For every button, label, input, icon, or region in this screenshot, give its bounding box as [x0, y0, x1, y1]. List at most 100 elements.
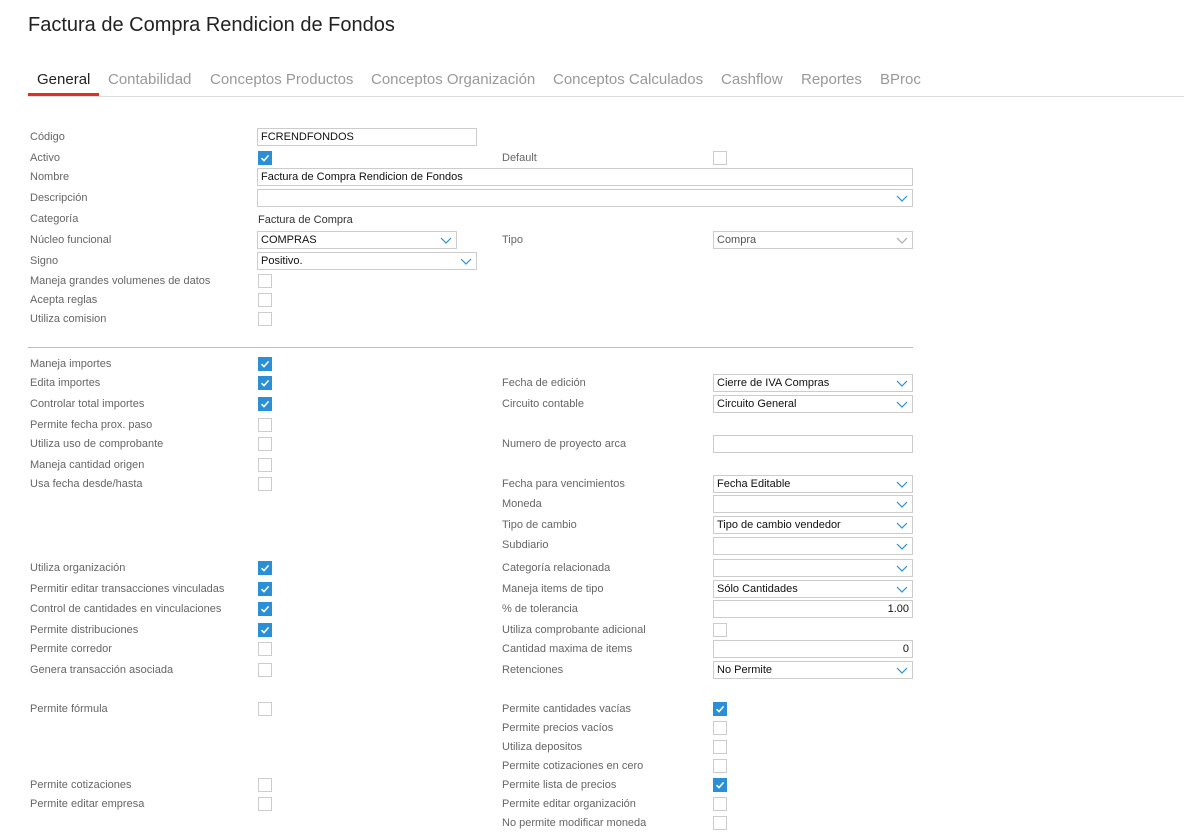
retenciones-select[interactable]: No Permite: [713, 661, 913, 679]
cantidad-maxima-input[interactable]: 0: [713, 640, 913, 658]
utiliza-comision-label: Utiliza comision: [30, 313, 107, 325]
descripcion-label: Descripción: [30, 192, 88, 204]
nombre-input[interactable]: Factura de Compra Rendicion de Fondos: [257, 168, 913, 186]
utiliza-depositos-label: Utiliza depositos: [502, 741, 583, 753]
descripcion-select[interactable]: [257, 189, 913, 207]
usa-fecha-desde-label: Usa fecha desde/hasta: [30, 478, 143, 490]
edita-importes-checkbox[interactable]: [258, 376, 272, 390]
tab-conceptos-calculados[interactable]: Conceptos Calculados: [553, 71, 703, 88]
default-checkbox[interactable]: [713, 151, 727, 165]
checkmark-icon: [260, 154, 270, 162]
fecha-vencimientos-label: Fecha para vencimientos: [502, 478, 625, 490]
controlar-total-checkbox[interactable]: [258, 397, 272, 411]
circuito-contable-label: Circuito contable: [502, 398, 584, 410]
checkmark-icon: [260, 400, 270, 408]
acepta-reglas-checkbox[interactable]: [258, 293, 272, 307]
tab-reportes[interactable]: Reportes: [801, 71, 862, 88]
chevron-down-icon: [896, 522, 908, 529]
genera-transaccion-label: Genera transacción asociada: [30, 664, 174, 676]
utiliza-organizacion-checkbox[interactable]: [258, 561, 272, 575]
maneja-cantidad-origen-checkbox[interactable]: [258, 458, 272, 472]
acepta-reglas-label: Acepta reglas: [30, 294, 98, 306]
signo-select[interactable]: Positivo.: [257, 252, 477, 270]
permite-cot-cero-checkbox[interactable]: [713, 759, 727, 773]
no-permite-moneda-checkbox[interactable]: [713, 816, 727, 830]
chevron-down-icon: [896, 401, 908, 408]
fecha-edicion-select[interactable]: Cierre de IVA Compras: [713, 374, 913, 392]
categoria-value: Factura de Compra: [258, 214, 353, 226]
permite-cotizaciones-checkbox[interactable]: [258, 778, 272, 792]
maneja-items-value: Sólo Cantidades: [717, 583, 798, 595]
tipo-cambio-value: Tipo de cambio vendedor: [717, 519, 841, 531]
tipo-cambio-label: Tipo de cambio: [502, 519, 577, 531]
tipo-cambio-select[interactable]: Tipo de cambio vendedor: [713, 516, 913, 534]
tab-bproc[interactable]: BProc: [880, 71, 921, 88]
tipo-select[interactable]: Compra: [713, 231, 913, 249]
chevron-down-icon: [896, 237, 908, 244]
chevron-down-icon: [896, 586, 908, 593]
chevron-down-icon: [896, 501, 908, 508]
permite-editar-org-checkbox[interactable]: [713, 797, 727, 811]
codigo-input[interactable]: FCRENDFONDOS: [257, 128, 477, 146]
permite-lista-precios-checkbox[interactable]: [713, 778, 727, 792]
permite-corredor-label: Permite corredor: [30, 643, 112, 655]
permite-distribuciones-label: Permite distribuciones: [30, 624, 139, 636]
categoria-relacionada-select[interactable]: [713, 559, 913, 577]
circuito-contable-select[interactable]: Circuito General: [713, 395, 913, 413]
permitir-editar-trans-label: Permitir editar transacciones vinculadas: [30, 583, 225, 595]
numero-proyecto-label: Numero de proyecto arca: [502, 438, 627, 450]
utiliza-organizacion-label: Utiliza organización: [30, 562, 126, 574]
tab-conceptos-productos[interactable]: Conceptos Productos: [210, 71, 353, 88]
default-label: Default: [502, 152, 537, 164]
permite-distribuciones-checkbox[interactable]: [258, 623, 272, 637]
permite-precios-vacios-label: Permite precios vacíos: [502, 722, 614, 734]
maneja-grandes-checkbox[interactable]: [258, 274, 272, 288]
utiliza-comp-adicional-label: Utiliza comprobante adicional: [502, 624, 646, 636]
tab-bar: General Contabilidad Conceptos Productos…: [28, 60, 1184, 97]
permite-corredor-checkbox[interactable]: [258, 642, 272, 656]
utiliza-uso-checkbox[interactable]: [258, 437, 272, 451]
signo-label: Signo: [30, 255, 59, 267]
permite-formula-checkbox[interactable]: [258, 702, 272, 716]
tipo-label: Tipo: [502, 234, 523, 246]
maneja-cantidad-origen-label: Maneja cantidad origen: [30, 459, 145, 471]
genera-transaccion-checkbox[interactable]: [258, 663, 272, 677]
utiliza-comision-checkbox[interactable]: [258, 312, 272, 326]
subdiario-select[interactable]: [713, 537, 913, 555]
chevron-down-icon: [896, 195, 908, 202]
utiliza-uso-label: Utiliza uso de comprobante: [30, 438, 164, 450]
permite-fecha-prox-checkbox[interactable]: [258, 418, 272, 432]
checkmark-icon: [260, 626, 270, 634]
maneja-items-select[interactable]: Sólo Cantidades: [713, 580, 913, 598]
checkmark-icon: [260, 360, 270, 368]
permite-cant-vacias-checkbox[interactable]: [713, 702, 727, 716]
page-title: Factura de Compra Rendicion de Fondos: [28, 14, 395, 36]
utiliza-comp-adicional-checkbox[interactable]: [713, 623, 727, 637]
fecha-vencimientos-select[interactable]: Fecha Editable: [713, 475, 913, 493]
permite-cant-vacias-label: Permite cantidades vacías: [502, 703, 632, 715]
fecha-edicion-value: Cierre de IVA Compras: [717, 377, 830, 389]
numero-proyecto-input[interactable]: [713, 435, 913, 453]
permite-editar-empresa-checkbox[interactable]: [258, 797, 272, 811]
usa-fecha-desde-checkbox[interactable]: [258, 477, 272, 491]
control-cantidades-label: Control de cantidades en vinculaciones: [30, 603, 222, 615]
moneda-select[interactable]: [713, 495, 913, 513]
tolerancia-input[interactable]: 1.00: [713, 600, 913, 618]
maneja-items-label: Maneja items de tipo: [502, 583, 604, 595]
nucleo-select[interactable]: COMPRAS: [257, 231, 457, 249]
active-tab-indicator: [28, 93, 99, 96]
activo-checkbox[interactable]: [258, 151, 272, 165]
maneja-importes-checkbox[interactable]: [258, 357, 272, 371]
cantidad-maxima-label: Cantidad maxima de items: [502, 643, 633, 655]
permite-precios-vacios-checkbox[interactable]: [713, 721, 727, 735]
control-cantidades-checkbox[interactable]: [258, 602, 272, 616]
tab-cashflow[interactable]: Cashflow: [721, 71, 783, 88]
activo-label: Activo: [30, 152, 60, 164]
tab-general[interactable]: General: [37, 71, 90, 88]
permitir-editar-trans-checkbox[interactable]: [258, 582, 272, 596]
signo-value: Positivo.: [261, 255, 303, 267]
tab-conceptos-organizacion[interactable]: Conceptos Organización: [371, 71, 535, 88]
utiliza-depositos-checkbox[interactable]: [713, 740, 727, 754]
permite-editar-org-label: Permite editar organización: [502, 798, 636, 810]
tab-contabilidad[interactable]: Contabilidad: [108, 71, 191, 88]
